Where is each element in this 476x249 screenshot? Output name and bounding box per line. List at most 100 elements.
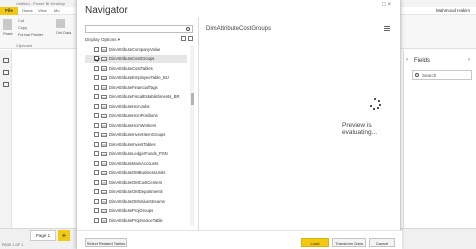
page-tab[interactable]: Page 1 (30, 230, 56, 241)
get-data-icon[interactable] (56, 19, 65, 28)
table-name: DimAttributeCostGroups (109, 56, 155, 61)
table-name: DimAttributeProjGroups (109, 208, 154, 213)
table-checkbox[interactable] (94, 170, 99, 175)
table-name: DimAttributeOMValueStreams (109, 198, 165, 204)
add-page-button[interactable]: + (58, 230, 70, 241)
table-list-item[interactable]: DimAttributeMainAccounts (85, 159, 187, 167)
table-list-item[interactable]: DimAttributeCostGroups (85, 54, 187, 63)
search-icon (186, 27, 190, 31)
table-checkbox[interactable] (94, 94, 99, 99)
table-icon (101, 199, 107, 204)
table-list-item[interactable]: DimAttributeHcmWorkers (85, 121, 187, 129)
display-options-dropdown[interactable]: Display Options ▾ (85, 37, 120, 43)
view-rail (0, 50, 12, 235)
table-icon (101, 151, 107, 156)
format-painter-button[interactable]: Format Painter (18, 33, 43, 37)
transform-data-button[interactable]: Transform Data (332, 238, 366, 247)
table-checkbox[interactable] (94, 122, 99, 128)
select-icon[interactable] (181, 36, 186, 41)
close-icon[interactable]: □ × (382, 2, 391, 8)
select-related-tables-button[interactable]: Select Related Tables (85, 238, 127, 247)
clipboard-group-label: Clipboard (16, 44, 33, 48)
table-checkbox[interactable] (94, 160, 99, 166)
table-list-item[interactable]: DimAttributeOMBusinessUnits (85, 169, 187, 177)
data-view-icon[interactable] (3, 70, 9, 75)
page-info: PAGE 1 OF 1 (2, 243, 24, 247)
fields-panel: › Fields › Search (403, 50, 476, 235)
table-list-item[interactable]: DimAttributeFiscalEstablishments_BR (85, 93, 187, 101)
paste-button[interactable]: Paste (3, 32, 13, 36)
table-list-item[interactable]: DimAttributeProjInvoiceTable (85, 216, 187, 224)
report-view-icon[interactable] (3, 58, 9, 63)
table-list-scrollbar[interactable] (190, 45, 194, 226)
table-list-item[interactable]: DimAttributeHcmPositions (85, 112, 187, 120)
table-list-item[interactable]: DimAttributeFinancialTags (85, 83, 187, 91)
table-checkbox[interactable] (94, 179, 99, 185)
user-name[interactable]: Mahmoud Hakim (436, 8, 470, 13)
copy-button[interactable]: Copy (18, 26, 27, 30)
table-name: DimAttributeLedgerFunds_PSN (109, 151, 168, 156)
table-icon (101, 94, 107, 99)
model-view-icon[interactable] (3, 82, 9, 87)
table-name: DimAttributeEmployeeTable_BU (109, 75, 169, 80)
table-list-item[interactable]: DimAttributeCompanyValue (85, 45, 187, 53)
table-name: DimAttributeFiscalEstablishments_BR (109, 94, 180, 99)
table-name: DimAttributeInventTables (109, 141, 156, 147)
table-checkbox[interactable] (94, 46, 99, 52)
load-button[interactable]: Load (301, 238, 329, 247)
table-icon (101, 66, 107, 71)
table-checkbox[interactable] (94, 208, 99, 213)
table-checkbox[interactable] (94, 84, 99, 90)
fields-search-input[interactable]: Search (412, 70, 472, 80)
table-list: DimAttributeCompanyValue DimAttributeCost… (85, 45, 187, 226)
table-checkbox[interactable] (94, 217, 99, 223)
navigator-search-input[interactable] (85, 25, 193, 33)
table-checkbox[interactable] (94, 132, 99, 137)
refresh-icon[interactable] (188, 36, 193, 41)
file-tab[interactable]: File (0, 7, 18, 15)
table-checkbox[interactable] (94, 65, 99, 71)
table-checkbox[interactable] (94, 56, 99, 61)
table-icon (101, 104, 107, 109)
table-list-item[interactable]: DimAttributeInventItemGroups (85, 131, 187, 139)
table-checkbox[interactable] (94, 189, 99, 194)
table-list-item[interactable]: DimAttributeOMValueStreams (85, 197, 187, 205)
cancel-button[interactable]: Cancel (369, 238, 395, 247)
paste-icon[interactable] (3, 19, 12, 30)
scrollbar-thumb[interactable] (190, 93, 194, 105)
table-name: DimAttributeMainAccounts (109, 160, 159, 166)
navigator-toolbar (181, 36, 193, 42)
table-checkbox[interactable] (94, 75, 99, 80)
table-icon (101, 170, 107, 175)
get-data-button[interactable]: Get Data (56, 31, 71, 35)
table-list-item[interactable]: DimAttributeLedgerFunds_PSN (85, 150, 187, 158)
table-list-item[interactable]: DimAttributeOMDepartments (85, 188, 187, 196)
table-list-item[interactable]: DimAttributeInventTables (85, 140, 187, 148)
table-list-item[interactable]: DimAttributeHcmJobs (85, 102, 187, 110)
table-checkbox[interactable] (94, 103, 99, 109)
cut-button[interactable]: Cut (18, 19, 24, 23)
table-checkbox[interactable] (94, 198, 99, 204)
table-icon (101, 56, 107, 61)
preview-status: Preview is evaluating... (342, 122, 378, 136)
loading-spinner-icon (369, 98, 381, 110)
table-name: DimAttributeOMDepartments (109, 189, 163, 194)
table-icon (101, 208, 107, 213)
collapse-visualizations-icon[interactable]: › (406, 57, 408, 63)
table-list-item[interactable]: DimAttributeProjGroups (85, 207, 187, 215)
table-list-item[interactable]: DimAttributeEmployeeTable_BU (85, 74, 187, 82)
menu-view[interactable]: View (38, 8, 47, 13)
collapse-fields-icon[interactable]: › (468, 57, 470, 63)
table-name: DimAttributeCompanyValue (109, 46, 161, 52)
table-list-item[interactable]: DimAttributeOMCostCenters (85, 178, 187, 186)
table-name: DimAttributeCostTables (109, 65, 153, 71)
table-checkbox[interactable] (94, 151, 99, 156)
table-checkbox[interactable] (94, 113, 99, 118)
menu-home[interactable]: Home (22, 8, 33, 13)
dialog-footer: Select Related Tables Load Transform Dat… (77, 230, 402, 249)
menu-modeling[interactable]: Mo (54, 8, 60, 13)
table-checkbox[interactable] (94, 141, 99, 147)
preview-options-icon[interactable] (384, 26, 390, 32)
table-list-item[interactable]: DimAttributeCostTables (85, 64, 187, 72)
pane-divider (198, 17, 199, 230)
